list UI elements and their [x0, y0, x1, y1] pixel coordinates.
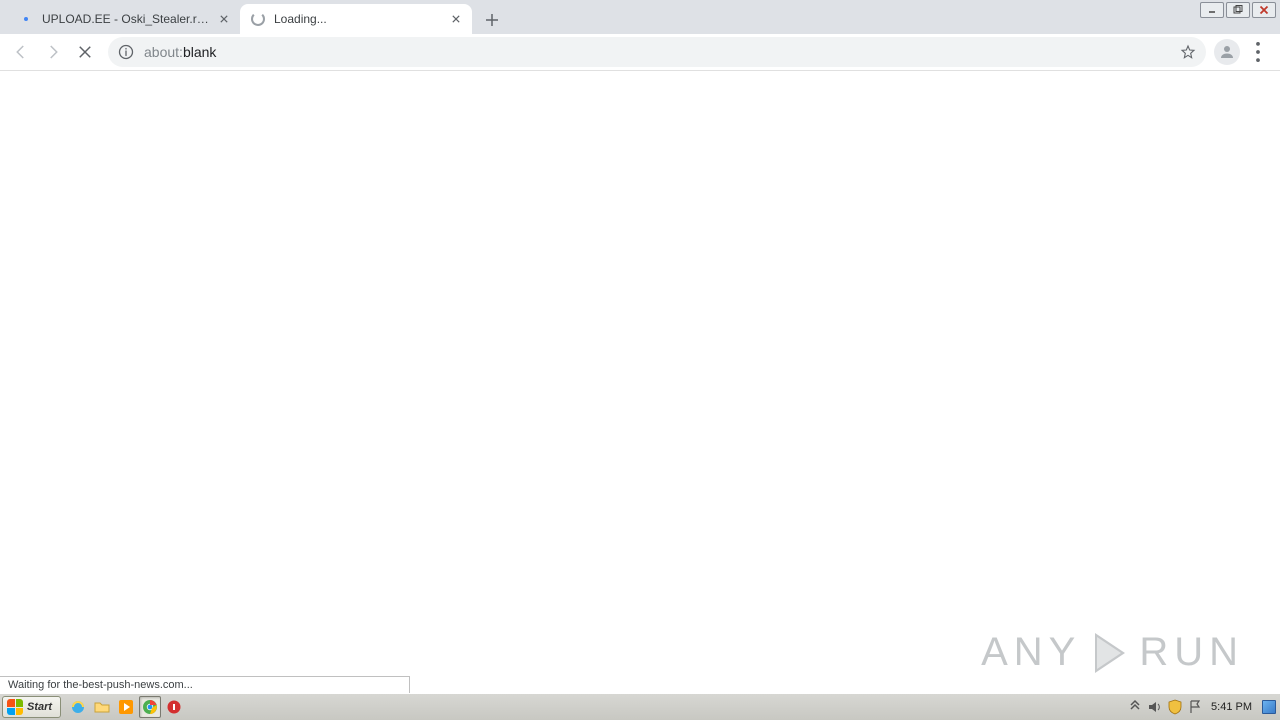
- minimize-button[interactable]: [1200, 2, 1224, 18]
- profile-avatar-icon[interactable]: [1214, 39, 1240, 65]
- window-controls: [1200, 2, 1276, 18]
- taskbar: Start 5:41 PM: [0, 693, 1280, 720]
- url-text: about:blank: [144, 44, 1172, 60]
- close-window-button[interactable]: [1252, 2, 1276, 18]
- browser-tab[interactable]: UPLOAD.EE - Oski_Stealer.rar - Dow: [8, 4, 240, 34]
- favicon-icon: [18, 11, 34, 27]
- tab-title: Loading...: [274, 12, 442, 26]
- page-content: ANY RUN Waiting for the-best-push-news.c…: [0, 71, 1280, 693]
- maximize-button[interactable]: [1226, 2, 1250, 18]
- address-bar[interactable]: about:blank: [108, 37, 1206, 67]
- show-desktop-button[interactable]: [1262, 700, 1276, 714]
- system-tray: 5:41 PM: [1123, 694, 1280, 720]
- close-tab-icon[interactable]: [216, 11, 232, 27]
- loading-spinner-icon: [250, 11, 266, 27]
- close-tab-icon[interactable]: [448, 11, 464, 27]
- windows-logo-icon: [7, 699, 23, 715]
- play-icon: [1095, 633, 1125, 673]
- browser-toolbar: about:blank: [0, 34, 1280, 71]
- watermark: ANY RUN: [981, 630, 1244, 675]
- tab-title: UPLOAD.EE - Oski_Stealer.rar - Dow: [42, 12, 210, 26]
- start-button[interactable]: Start: [2, 696, 61, 718]
- taskbar-ie-icon[interactable]: [67, 696, 89, 718]
- tray-expand-icon[interactable]: [1127, 699, 1143, 715]
- security-center-icon[interactable]: [1167, 699, 1183, 715]
- volume-icon[interactable]: [1147, 699, 1163, 715]
- bookmark-star-icon[interactable]: [1180, 44, 1196, 60]
- start-label: Start: [27, 701, 52, 713]
- tab-strip: UPLOAD.EE - Oski_Stealer.rar - Dow Loadi…: [0, 0, 1280, 34]
- taskbar-chrome-icon[interactable]: [139, 696, 161, 718]
- taskbar-explorer-icon[interactable]: [91, 696, 113, 718]
- back-button[interactable]: [6, 37, 36, 67]
- taskbar-media-icon[interactable]: [115, 696, 137, 718]
- stop-reload-button[interactable]: [70, 37, 100, 67]
- browser-tab-active[interactable]: Loading...: [240, 4, 472, 34]
- kebab-menu-icon[interactable]: [1244, 38, 1272, 66]
- browser-window: UPLOAD.EE - Oski_Stealer.rar - Dow Loadi…: [0, 0, 1280, 693]
- taskbar-clock[interactable]: 5:41 PM: [1207, 701, 1256, 713]
- taskbar-shield-icon[interactable]: [163, 696, 185, 718]
- site-info-icon[interactable]: [118, 44, 134, 60]
- forward-button[interactable]: [38, 37, 68, 67]
- flag-icon[interactable]: [1187, 699, 1203, 715]
- status-bar: Waiting for the-best-push-news.com...: [0, 676, 410, 693]
- new-tab-button[interactable]: [478, 6, 506, 34]
